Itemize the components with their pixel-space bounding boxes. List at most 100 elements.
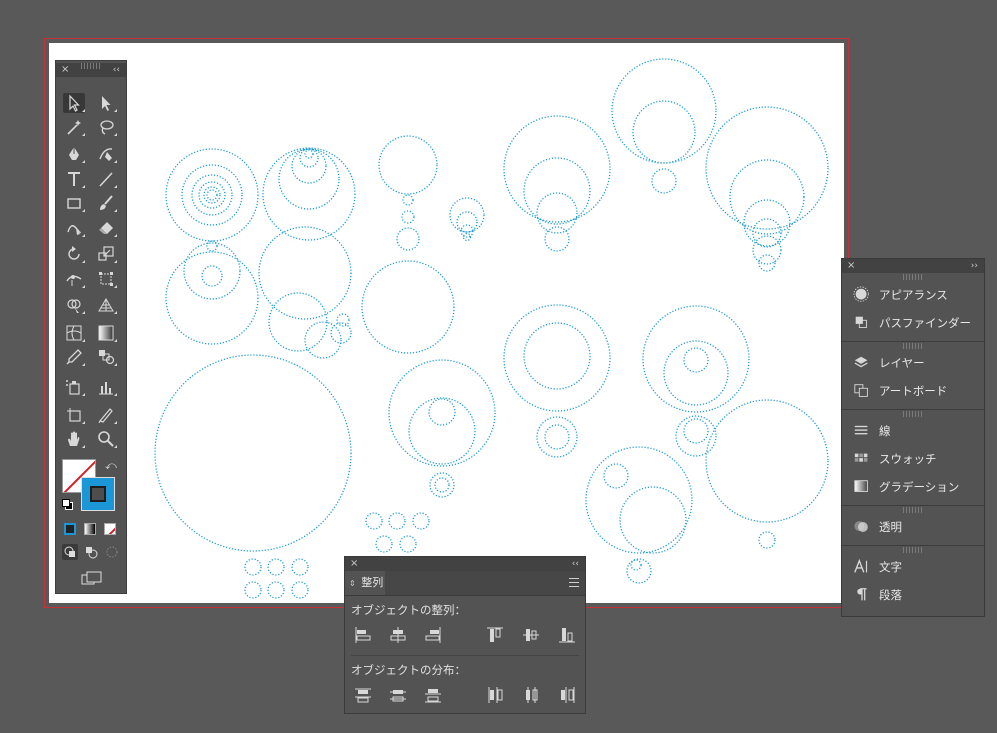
swap-fill-stroke-icon[interactable]: ⤺	[105, 459, 117, 473]
screen-mode-icon[interactable]	[81, 570, 103, 586]
line-segment-tool[interactable]	[95, 169, 117, 189]
hand-icon	[68, 431, 80, 446]
art-circle	[399, 535, 417, 553]
horizontal-align-left-button[interactable]	[353, 625, 373, 645]
perspective-grid-tool[interactable]	[95, 295, 117, 315]
horizontal-align-right-button[interactable]	[423, 625, 443, 645]
vertical-align-center-icon	[523, 629, 539, 641]
art-circle	[201, 265, 223, 287]
symbol-sprayer-tool[interactable]	[63, 377, 85, 397]
paintbrush-tool[interactable]	[95, 193, 117, 213]
art-circle	[165, 251, 259, 345]
panel-item-transparency[interactable]: 透明	[842, 514, 984, 540]
default-colors-icon[interactable]	[62, 499, 73, 510]
type-tool[interactable]	[63, 169, 85, 189]
shape-builder-tool[interactable]	[63, 295, 85, 315]
none-mode-button[interactable]	[104, 523, 116, 535]
scale-tool[interactable]	[95, 244, 117, 264]
close-icon[interactable]: ×	[61, 63, 69, 77]
panel-item-paragraph[interactable]: 段落	[842, 582, 984, 608]
selection-tool[interactable]	[63, 93, 85, 113]
width-tool[interactable]	[63, 269, 85, 289]
circle-artwork	[154, 58, 829, 599]
panel-item-gradient[interactable]: グラデーション	[842, 474, 984, 500]
panel-grip[interactable]	[903, 411, 923, 417]
panel-menu-icon[interactable]	[569, 578, 579, 587]
artboard[interactable]	[44, 38, 849, 608]
art-circle	[401, 210, 415, 224]
gradient-mode-button[interactable]	[84, 523, 96, 535]
align-tabbar: ⇕ 整列	[345, 571, 585, 596]
panel-grip[interactable]	[903, 274, 923, 280]
art-circle	[523, 157, 591, 225]
lasso-tool[interactable]	[95, 117, 117, 137]
draw-behind-icon[interactable]	[83, 544, 99, 560]
artboard-tool[interactable]	[63, 405, 85, 425]
horizontal-distribute-right-button[interactable]	[557, 685, 577, 705]
vertical-distribute-bottom-icon	[425, 689, 441, 703]
close-icon[interactable]: ×	[847, 259, 855, 273]
panel-grip[interactable]	[903, 507, 923, 513]
color-mode-button[interactable]	[64, 523, 76, 535]
shaper-tool[interactable]	[63, 218, 85, 238]
rectangle-tool[interactable]	[63, 193, 85, 213]
slice-tool[interactable]	[95, 405, 117, 425]
vertical-align-center-button[interactable]	[521, 625, 541, 645]
magic-wand-tool[interactable]	[63, 117, 85, 137]
horizontal-align-center-button[interactable]	[388, 625, 408, 645]
panel-item-layers[interactable]: レイヤー	[842, 350, 984, 376]
eyedropper-tool[interactable]	[63, 347, 85, 367]
art-circle	[268, 292, 328, 352]
direct-selection-tool[interactable]	[95, 93, 117, 113]
docked-panels-header[interactable]: × ››	[842, 259, 984, 273]
collapse-icon[interactable]: ‹‹	[113, 63, 120, 77]
panel-item-pathfinder[interactable]: パスファインダー	[842, 310, 984, 336]
zoom-tool[interactable]	[95, 429, 117, 449]
horizontal-distribute-center-button[interactable]	[521, 685, 541, 705]
panel-grip[interactable]	[81, 63, 101, 69]
free-transform-tool[interactable]	[95, 269, 117, 289]
panel-group-divider[interactable]	[842, 273, 984, 282]
vertical-distribute-bottom-button[interactable]	[423, 685, 443, 705]
gradient-tool[interactable]	[95, 323, 117, 343]
draw-normal-icon[interactable]	[62, 544, 78, 560]
panel-grip[interactable]	[903, 547, 923, 553]
close-icon[interactable]: ×	[350, 557, 358, 571]
art-circle	[244, 558, 262, 576]
curvature-tool[interactable]	[95, 144, 117, 164]
align-panel-header[interactable]: × ‹‹	[345, 557, 585, 571]
artboard-canvas[interactable]	[49, 43, 844, 603]
tab-align-label: 整列	[361, 576, 384, 589]
column-graph-tool[interactable]	[95, 377, 117, 397]
panel-grip[interactable]	[903, 343, 923, 349]
vertical-align-bottom-button[interactable]	[557, 625, 577, 645]
expand-icon[interactable]: ››	[971, 259, 978, 273]
collapse-icon[interactable]: ‹‹	[572, 557, 579, 571]
art-circle	[258, 226, 352, 320]
hand-tool[interactable]	[63, 429, 85, 449]
tools-panel-header[interactable]: × ‹‹	[56, 63, 126, 77]
panel-item-appearance[interactable]: アピアランス	[842, 282, 984, 308]
horizontal-distribute-left-button[interactable]	[485, 685, 505, 705]
art-circle	[630, 559, 642, 571]
artboard-icon	[67, 408, 81, 422]
panel-item-character[interactable]: 文字	[842, 554, 984, 580]
tab-align[interactable]: ⇕ 整列	[345, 571, 385, 595]
panel-item-swatches[interactable]: スウォッチ	[842, 446, 984, 472]
stroke-swatch[interactable]	[81, 477, 115, 511]
rotate-tool[interactable]	[63, 244, 85, 264]
panel-item-label: アートボード	[879, 384, 948, 398]
panel-item-stroke[interactable]: 線	[842, 418, 984, 444]
blend-tool[interactable]	[95, 347, 117, 367]
pen-tool[interactable]	[63, 144, 85, 164]
vertical-align-top-button[interactable]	[485, 625, 505, 645]
mesh-tool[interactable]	[63, 323, 85, 343]
eraser-tool[interactable]	[95, 218, 117, 238]
vertical-distribute-center-button[interactable]	[388, 685, 408, 705]
panel-item-label: 文字	[879, 560, 902, 574]
panel-item-artboards[interactable]: アートボード	[842, 378, 984, 404]
draw-inside-icon[interactable]	[104, 544, 120, 560]
curvature-icon	[99, 148, 113, 161]
stroke-icon	[851, 422, 873, 440]
vertical-distribute-top-button[interactable]	[353, 685, 373, 705]
